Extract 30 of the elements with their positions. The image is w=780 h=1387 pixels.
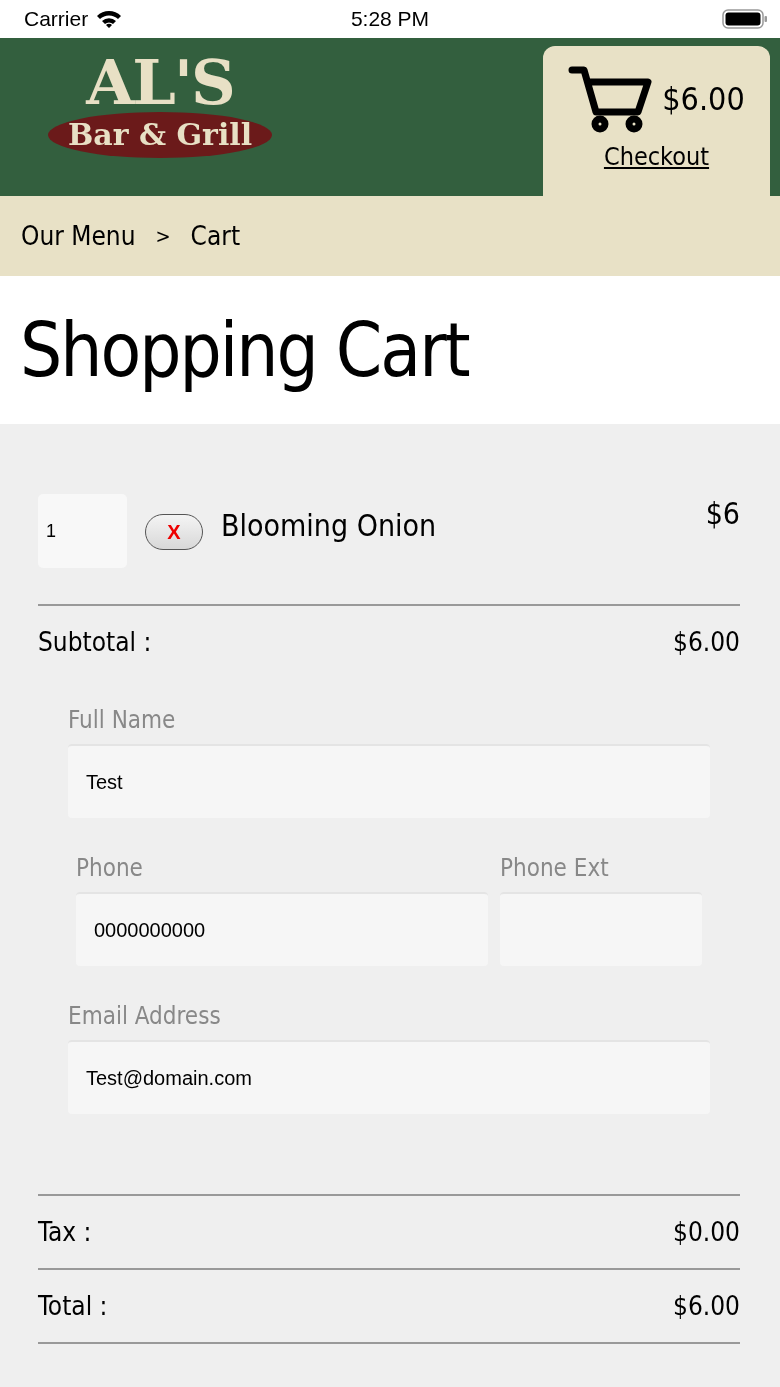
logo-subtitle: Bar & Grill <box>47 112 273 158</box>
field-label: Phone <box>76 854 144 882</box>
total-value: $0.00 <box>673 1217 740 1247</box>
breadcrumb-separator: > <box>155 224 171 248</box>
wifi-icon <box>96 10 123 28</box>
battery-icon <box>722 9 768 29</box>
total-label: Total : <box>38 1291 108 1321</box>
cart-total: $6.00 <box>662 80 745 118</box>
remove-button[interactable]: X <box>145 514 203 550</box>
field-label: Full Name <box>68 706 177 734</box>
cart-icon[interactable] <box>568 64 655 134</box>
email-field[interactable]: Test@domain.com <box>68 1040 710 1114</box>
checkout-link[interactable]: Checkout <box>603 142 710 171</box>
field-label: Email Address <box>68 1002 222 1030</box>
item-name: Blooming Onion <box>221 508 437 543</box>
page-title: Shopping Cart <box>20 307 469 393</box>
total-label: Tax : <box>38 1217 92 1247</box>
carrier-label: Carrier <box>24 7 89 31</box>
breadcrumb-link[interactable]: Our Menu <box>21 221 136 251</box>
breadcrumb-link[interactable]: Cart <box>190 221 241 251</box>
total-value: $6.00 <box>673 1291 740 1321</box>
logo[interactable]: AL'S Bar & Grill <box>42 38 278 196</box>
name-field[interactable]: Test <box>68 744 710 818</box>
field-label: Phone Ext <box>500 854 610 882</box>
subtotal-label: Subtotal : <box>38 627 152 657</box>
subtotal-value: $6.00 <box>673 627 740 657</box>
phone-field[interactable]: 0000000000 <box>76 892 488 966</box>
clock-time: 5:28 PM <box>349 7 431 31</box>
quantity-field[interactable]: 1 <box>38 494 127 568</box>
item-price: $6 <box>705 496 740 531</box>
